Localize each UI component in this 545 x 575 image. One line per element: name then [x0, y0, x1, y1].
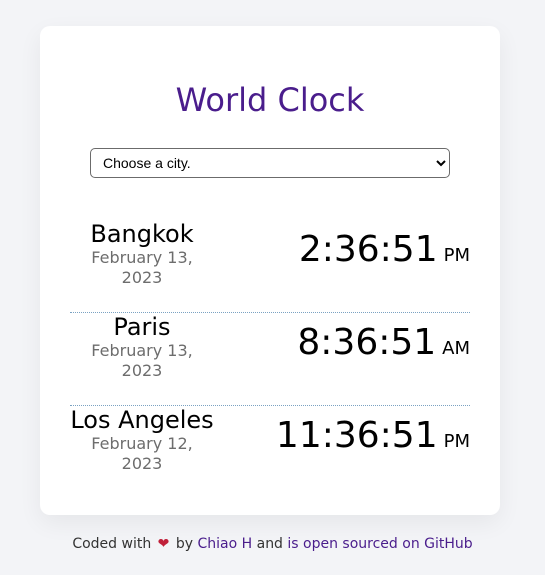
city-name: Los Angeles: [70, 406, 214, 434]
footer-coded-with: Coded with: [72, 536, 152, 552]
time-value: 11:36:51: [275, 415, 438, 456]
city-time: 8:36:51 AM: [297, 321, 470, 365]
city-row-bangkok: Bangkok February 13, 2023 2:36:51 PM: [70, 220, 470, 313]
city-info: Paris February 13, 2023: [70, 313, 214, 381]
time-ampm: PM: [443, 245, 470, 266]
city-time: 2:36:51 PM: [299, 228, 470, 272]
city-date: February 13, 2023: [91, 248, 193, 287]
page-title: World Clock: [175, 81, 365, 119]
world-clock-card: World Clock Choose a city. Bangkok Febru…: [40, 26, 500, 515]
footer-by: by: [175, 536, 194, 552]
footer-and: and: [256, 536, 283, 552]
time-ampm: AM: [442, 338, 470, 359]
city-info: Los Angeles February 12, 2023: [70, 406, 214, 474]
city-info: Bangkok February 13, 2023: [70, 220, 214, 288]
city-date: February 12, 2023: [91, 434, 193, 473]
city-row-paris: Paris February 13, 2023 8:36:51 AM: [70, 313, 470, 406]
footer: Coded with ❤ by Chiao H and is open sour…: [0, 536, 545, 552]
time-ampm: PM: [443, 431, 470, 452]
city-name: Bangkok: [90, 220, 194, 248]
heart-icon: ❤: [157, 536, 170, 552]
city-name: Paris: [113, 313, 171, 341]
github-link[interactable]: is open sourced on GitHub: [287, 536, 472, 552]
author-link[interactable]: Chiao H: [197, 536, 252, 552]
city-time: 11:36:51 PM: [276, 414, 470, 458]
city-select[interactable]: Choose a city.: [90, 148, 450, 178]
city-date: February 13, 2023: [91, 341, 193, 380]
city-row-los-angeles: Los Angeles February 12, 2023 11:36:51 PM: [70, 406, 470, 498]
time-value: 2:36:51: [298, 229, 438, 270]
time-value: 8:36:51: [297, 322, 437, 363]
